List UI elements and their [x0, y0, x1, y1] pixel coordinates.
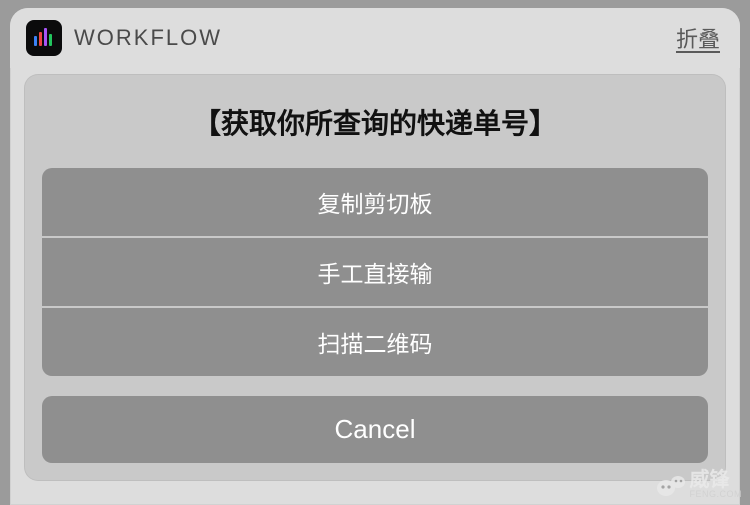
option-manual-input[interactable]: 手工直接输: [42, 238, 708, 306]
option-scan-qr[interactable]: 扫描二维码: [42, 308, 708, 376]
app-name-label: WORKFLOW: [74, 25, 222, 51]
prompt-title: 【获取你所查询的快递单号】: [42, 102, 708, 142]
workflow-app-icon: [26, 20, 62, 56]
cancel-button[interactable]: Cancel: [42, 396, 708, 463]
collapse-link[interactable]: 折叠: [676, 22, 720, 54]
prompt-panel: 【获取你所查询的快递单号】 复制剪切板 手工直接输 扫描二维码 Cancel: [24, 74, 726, 481]
option-copy-clipboard[interactable]: 复制剪切板: [42, 168, 708, 236]
option-list: 复制剪切板 手工直接输 扫描二维码: [42, 168, 708, 376]
notification-card: WORKFLOW 折叠 【获取你所查询的快递单号】 复制剪切板 手工直接输 扫描…: [10, 8, 740, 505]
card-header: WORKFLOW 折叠: [10, 8, 740, 68]
